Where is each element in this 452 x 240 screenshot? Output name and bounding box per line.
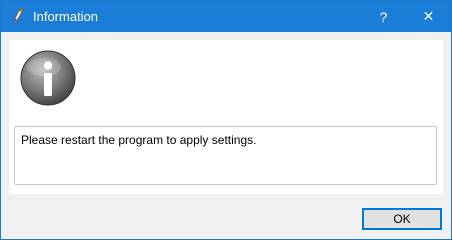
help-button[interactable]: ? xyxy=(361,1,406,32)
ok-button[interactable]: OK xyxy=(362,208,442,230)
message-text: Please restart the program to apply sett… xyxy=(21,133,257,147)
message-box: Please restart the program to apply sett… xyxy=(14,126,437,185)
close-button[interactable]: ✕ xyxy=(406,1,451,32)
information-dialog: Information ? ✕ Please restart the progr… xyxy=(0,0,452,240)
title-bar[interactable]: Information ? ✕ xyxy=(1,1,451,32)
window-title: Information xyxy=(33,9,99,24)
information-icon xyxy=(20,50,76,106)
dialog-content: Please restart the program to apply sett… xyxy=(9,40,443,194)
app-icon xyxy=(10,8,26,24)
